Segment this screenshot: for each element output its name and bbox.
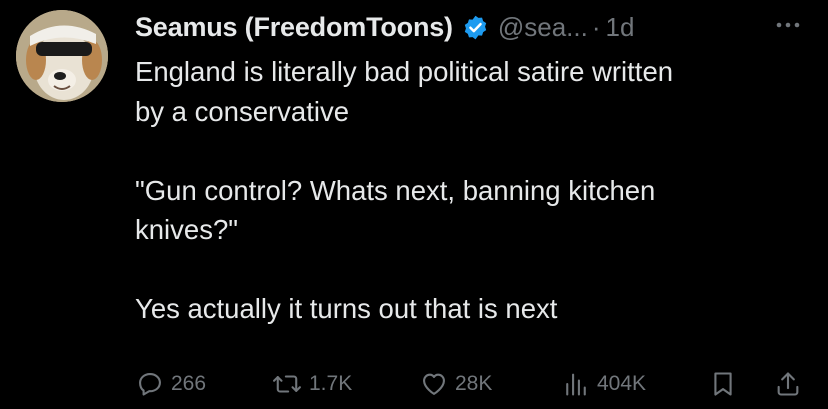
- tweet-text-line: [135, 131, 815, 171]
- share-icon: [774, 370, 802, 398]
- user-handle[interactable]: @sea...: [498, 12, 588, 43]
- tweet-text: England is literally bad political satir…: [135, 52, 815, 329]
- more-dots-icon[interactable]: [772, 14, 804, 36]
- reply-icon: [136, 370, 164, 398]
- dog-avatar-image: [16, 10, 108, 102]
- heart-icon: [420, 370, 448, 398]
- tweet-text-line: Yes actually it turns out that is next: [135, 293, 558, 324]
- retweet-icon: [272, 370, 302, 398]
- display-name[interactable]: Seamus (FreedomToons): [135, 12, 453, 43]
- tweet-text-line: [135, 250, 815, 290]
- views-count: 404K: [597, 372, 647, 395]
- bookmark-button[interactable]: [710, 366, 736, 402]
- reply-count: 266: [171, 372, 207, 395]
- tweet[interactable]: Seamus (FreedomToons) @sea... · 1d Engla…: [0, 0, 828, 409]
- tweet-text-line: by a conservative: [135, 95, 349, 127]
- verified-badge-icon[interactable]: [462, 14, 489, 41]
- tweet-header: Seamus (FreedomToons) @sea... · 1d: [135, 10, 634, 44]
- tweet-actions: 266 1.7K 28K 404K: [136, 366, 816, 402]
- like-count: 28K: [455, 372, 493, 395]
- separator-dot: ·: [591, 11, 601, 42]
- share-button[interactable]: [774, 366, 802, 402]
- reply-button[interactable]: 266: [136, 366, 206, 402]
- like-button[interactable]: 28K: [420, 366, 492, 402]
- avatar[interactable]: [16, 10, 108, 102]
- views-button[interactable]: 404K: [562, 366, 646, 402]
- repost-count: 1.7K: [309, 372, 353, 395]
- tweet-text-line: knives?": [135, 214, 239, 245]
- views-chart-icon: [562, 370, 590, 398]
- repost-button[interactable]: 1.7K: [272, 366, 352, 402]
- bookmark-icon: [710, 370, 736, 398]
- tweet-text-line: England is literally bad political satir…: [135, 56, 674, 87]
- tweet-text-line: "Gun control? Whats next, banning kitche…: [135, 174, 656, 206]
- timestamp[interactable]: 1d: [606, 12, 635, 43]
